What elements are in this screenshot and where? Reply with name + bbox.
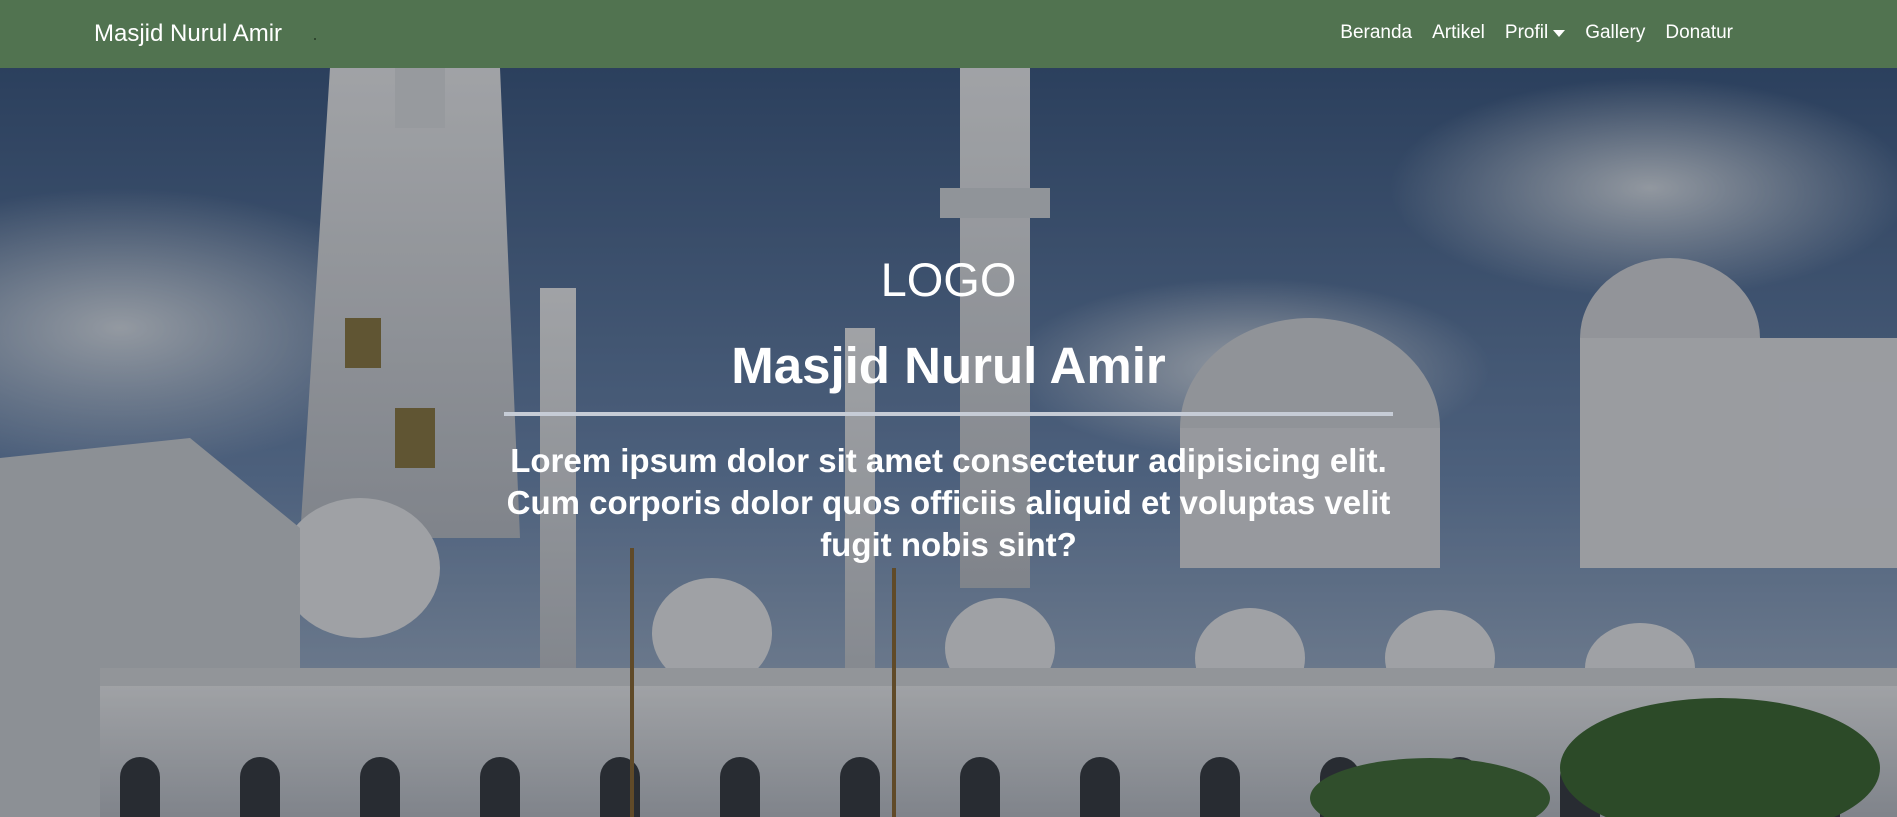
nav-item-profil-label: Profil	[1504, 22, 1549, 43]
nav-item-artikel[interactable]: Artikel	[1432, 22, 1485, 44]
hero-divider	[504, 412, 1393, 416]
hero-section: LOGO Masjid Nurul Amir Lorem ipsum dolor…	[0, 68, 1897, 817]
decorative-dot	[314, 38, 316, 40]
navbar: Masjid Nurul Amir Beranda Artikel Profil…	[0, 0, 1897, 68]
hero-title: Masjid Nurul Amir	[731, 337, 1166, 394]
nav-item-profil[interactable]: Profil	[1504, 22, 1566, 44]
nav-menu: Beranda Artikel Profil Gallery Donatur	[1340, 22, 1733, 44]
caret-down-icon	[1553, 29, 1566, 37]
hero-content: LOGO Masjid Nurul Amir Lorem ipsum dolor…	[0, 68, 1897, 817]
nav-item-gallery[interactable]: Gallery	[1585, 22, 1645, 44]
brand-link[interactable]: Masjid Nurul Amir	[94, 20, 282, 48]
nav-item-donatur[interactable]: Donatur	[1665, 22, 1733, 44]
hero-description: Lorem ipsum dolor sit amet consectetur a…	[506, 442, 1391, 563]
logo-placeholder: LOGO	[880, 253, 1017, 306]
nav-item-beranda[interactable]: Beranda	[1340, 22, 1412, 44]
